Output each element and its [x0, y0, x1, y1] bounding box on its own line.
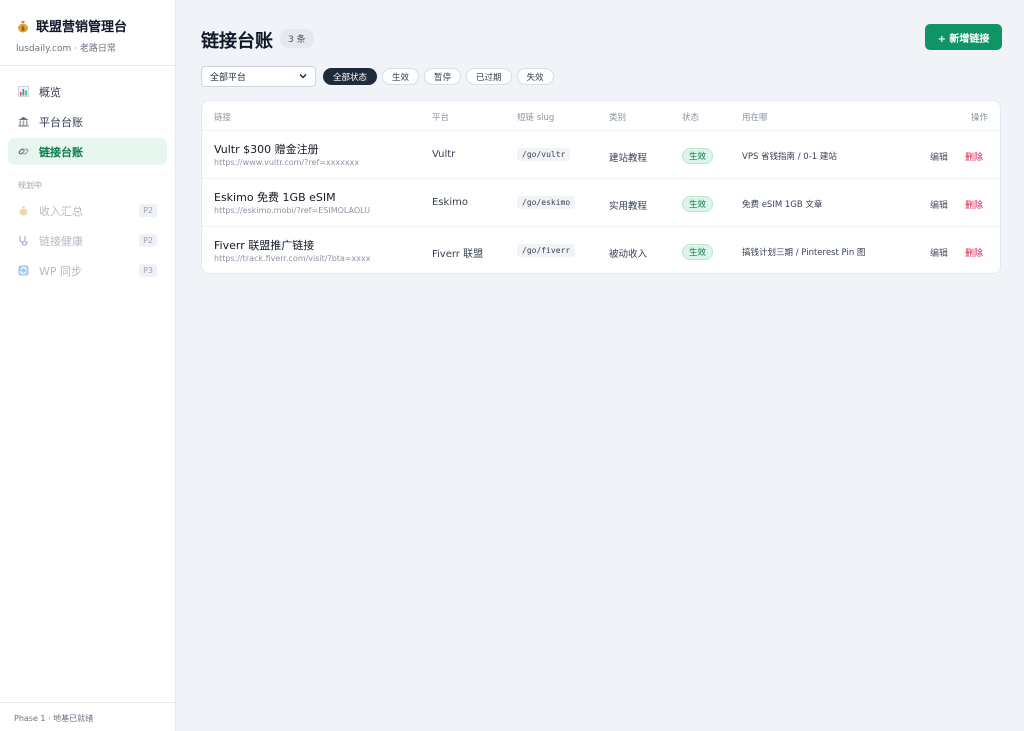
main-content: 链接台账 3 条 + 新增链接 全部平台 全部状态 生效 暂停 已过期 失效 链… [177, 0, 1024, 731]
money-bag-icon [18, 205, 29, 216]
link-name: Vultr $300 赠金注册 [214, 143, 319, 156]
status-filter-paused[interactable]: 暂停 [424, 68, 462, 85]
table-row: Eskimo 免费 1GB eSIM https://eskimo.mobi/?… [202, 179, 1000, 227]
link-name: Fiverr 联盟推广链接 [214, 239, 315, 252]
bank-icon [18, 116, 29, 127]
used-in-cell: VPS 省钱指南 / 0-1 建站 [742, 152, 837, 162]
bar-chart-icon [18, 86, 29, 97]
status-filter-all[interactable]: 全部状态 [323, 68, 378, 85]
edit-button[interactable]: 编辑 [930, 198, 948, 211]
category-cell: 实用教程 [609, 201, 648, 212]
phase-badge: P2 [139, 204, 157, 217]
used-in-cell: 搞钱计划三期 / Pinterest Pin 图 [742, 248, 866, 258]
platform-select[interactable]: 全部平台 [201, 66, 316, 87]
platform-cell: Vultr [432, 149, 456, 160]
brand-subtitle: lusdaily.com · 老路日常 [16, 44, 116, 54]
column-header-platform: 平台 [432, 113, 450, 123]
slug-code: /go/eskimo [517, 196, 576, 209]
sidebar-item-label: 概览 [39, 85, 61, 99]
platform-cell: Fiverr 联盟 [432, 249, 484, 260]
sidebar-item-links[interactable]: 链接台账 [8, 138, 167, 165]
sidebar-item-label: 平台台账 [39, 115, 83, 129]
chevron-down-icon [299, 72, 307, 82]
sidebar-item-label: 收入汇总 [39, 204, 83, 218]
column-header-actions: 操作 [970, 113, 988, 123]
used-in-cell: 免费 eSIM 1GB 文章 [742, 200, 823, 210]
status-filter-expired[interactable]: 已过期 [466, 68, 512, 85]
column-header-link: 链接 [214, 113, 232, 123]
add-link-button[interactable]: + 新增链接 [925, 24, 1002, 50]
column-header-status: 状态 [682, 113, 700, 123]
edit-button[interactable]: 编辑 [930, 246, 948, 259]
slug-code: /go/fiverr [517, 244, 576, 257]
filter-bar: 全部平台 全部状态 生效 暂停 已过期 失效 [201, 66, 554, 87]
sidebar-item-label: WP 同步 [39, 264, 83, 278]
status-badge: 生效 [682, 196, 714, 212]
sidebar-nav: 概览 平台台账 链接台账 规划中 收入汇总 P2 链接健康 P2 WP 同步 P… [0, 66, 175, 284]
delete-button[interactable]: 删除 [965, 150, 983, 163]
count-badge: 3 条 [280, 29, 314, 48]
category-cell: 被动收入 [609, 249, 648, 260]
sidebar: $ 联盟营销管理台 lusdaily.com · 老路日常 概览 平台台账 链接… [0, 0, 176, 731]
link-name: Eskimo 免费 1GB eSIM [214, 191, 336, 204]
brand: $ 联盟营销管理台 lusdaily.com · 老路日常 [0, 0, 175, 66]
column-header-used-in: 用在哪 [742, 113, 768, 123]
table-row: Vultr $300 赠金注册 https://www.vultr.com/?r… [202, 131, 1000, 179]
link-url: https://www.vultr.com/?ref=xxxxxxx [214, 158, 360, 167]
status-filter-active[interactable]: 生效 [382, 68, 420, 85]
status-filter-invalid[interactable]: 失效 [516, 68, 554, 85]
edit-button[interactable]: 编辑 [930, 150, 948, 163]
sidebar-item-overview[interactable]: 概览 [8, 78, 167, 105]
table-header: 链接 平台 短链 slug 类别 状态 用在哪 操作 [202, 101, 1000, 131]
sidebar-item-label: 链接健康 [39, 234, 83, 248]
platform-select-value: 全部平台 [210, 73, 247, 83]
status-badge: 生效 [682, 148, 714, 164]
stethoscope-icon [18, 235, 29, 246]
brand-title: 联盟营销管理台 [36, 20, 128, 35]
links-table: 链接 平台 短链 slug 类别 状态 用在哪 操作 Vultr $300 赠金… [201, 100, 1001, 274]
link-url: https://eskimo.mobi/?ref=ESIMOLAOLU [214, 206, 371, 215]
link-icon [18, 146, 29, 157]
slug-code: /go/vultr [517, 148, 571, 161]
nav-section-planned: 规划中 [18, 181, 42, 190]
svg-text:$: $ [21, 25, 25, 32]
phase-badge: P2 [139, 234, 157, 247]
sync-icon [18, 265, 29, 276]
table-row: Fiverr 联盟推广链接 https://track.fiverr.com/v… [202, 227, 1000, 273]
sidebar-item-label: 链接台账 [39, 145, 83, 159]
sidebar-item-link-health[interactable]: 链接健康 P2 [8, 227, 167, 254]
column-header-slug: 短链 slug [517, 113, 555, 123]
column-header-category: 类别 [609, 113, 627, 123]
sidebar-item-platforms[interactable]: 平台台账 [8, 108, 167, 135]
delete-button[interactable]: 删除 [965, 198, 983, 211]
money-bag-icon: $ [16, 19, 30, 33]
sidebar-item-wp-sync[interactable]: WP 同步 P3 [8, 257, 167, 284]
brand-title-row: $ 联盟营销管理台 [16, 16, 161, 35]
link-url: https://track.fiverr.com/visit/?bta=xxxx [214, 254, 371, 263]
phase-badge: P3 [139, 264, 157, 277]
platform-cell: Eskimo [432, 197, 468, 208]
status-badge: 生效 [682, 244, 714, 260]
sidebar-footer: Phase 1 · 地基已就绪 [0, 702, 175, 731]
category-cell: 建站教程 [609, 153, 648, 164]
sidebar-item-revenue[interactable]: 收入汇总 P2 [8, 197, 167, 224]
delete-button[interactable]: 删除 [965, 246, 983, 259]
page-title: 链接台账 [201, 31, 273, 52]
